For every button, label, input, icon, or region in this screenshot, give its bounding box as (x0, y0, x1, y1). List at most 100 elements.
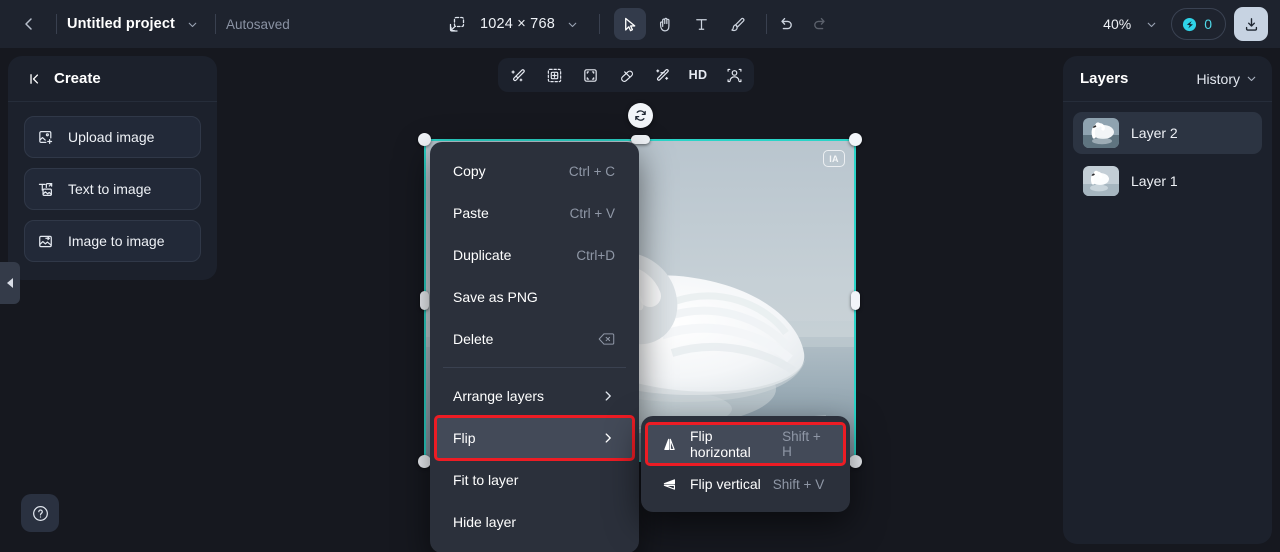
context-menu-label: Delete (453, 331, 494, 347)
text-to-image-label: Text to image (68, 181, 152, 197)
chevron-down-icon (1245, 72, 1258, 85)
context-menu-label: Copy (453, 163, 486, 179)
context-menu-shortcut: Ctrl+D (576, 247, 615, 263)
cursor-arrow-icon (621, 16, 638, 33)
redo-arrow-icon (810, 15, 828, 33)
context-menu-item-hide-layer[interactable]: Hide layer (436, 501, 633, 543)
context-menu-item-copy[interactable]: Copy Ctrl + C (436, 150, 633, 192)
submenu-label: Flip vertical (690, 476, 761, 492)
resize-handle-top-left[interactable] (418, 133, 431, 146)
person-cutout-icon (726, 67, 743, 84)
backspace-icon (598, 332, 615, 346)
submenu-item-flip-vertical[interactable]: Flip vertical Shift + V (647, 464, 844, 504)
submenu-item-flip-horizontal[interactable]: Flip horizontal Shift + H (645, 422, 846, 466)
context-menu-label: Save as PNG (453, 289, 538, 305)
image-to-image-label: Image to image (68, 233, 165, 249)
image-upload-icon (37, 129, 54, 146)
resize-handle-top[interactable] (631, 135, 650, 144)
resolution-value: 1024 × 768 (480, 16, 555, 32)
create-panel-title: Create (54, 70, 101, 87)
resolution-dropdown-button[interactable] (561, 12, 585, 36)
back-button[interactable] (12, 7, 46, 41)
resize-handle-right[interactable] (851, 291, 860, 310)
context-menu-item-save-as-png[interactable]: Save as PNG (436, 276, 633, 318)
undo-button[interactable] (771, 8, 803, 40)
project-menu-button[interactable] (181, 12, 205, 36)
credit-coin-icon (1182, 17, 1197, 32)
top-bar: Untitled project Autosaved 1024 × 768 40… (0, 0, 1280, 48)
tool-group (613, 8, 754, 40)
expand-frame-icon (546, 67, 563, 84)
resize-icon[interactable] (446, 13, 468, 35)
download-button[interactable] (1234, 7, 1268, 41)
rotate-handle[interactable] (628, 103, 653, 128)
resize-handle-top-right[interactable] (849, 133, 862, 146)
magic-erase-button[interactable] (504, 61, 532, 89)
credits-badge[interactable]: 0 (1171, 8, 1226, 40)
context-menu-item-paste[interactable]: Paste Ctrl + V (436, 192, 633, 234)
context-menu-shortcut: Ctrl + V (569, 205, 615, 221)
divider (214, 14, 216, 34)
context-menu-divider (443, 367, 626, 368)
layers-panel-title: Layers (1080, 70, 1129, 87)
context-menu-label: Duplicate (453, 247, 512, 263)
magic-sparkle-icon (654, 67, 671, 84)
image-to-image-icon (37, 233, 54, 250)
select-tool-button[interactable] (613, 8, 646, 40)
crop-frame-icon (582, 67, 599, 84)
collapse-left-icon[interactable] (28, 71, 44, 87)
chevron-down-icon (566, 18, 579, 31)
submenu-shortcut: Shift + V (772, 476, 825, 492)
history-tab[interactable]: History (1196, 71, 1258, 87)
hand-tool-button[interactable] (650, 8, 682, 40)
enhance-button[interactable] (648, 61, 676, 89)
layers-panel: Layers History Layer 2 Layer 1 (1063, 56, 1272, 544)
eraser-button[interactable] (612, 61, 640, 89)
eraser-icon (618, 67, 635, 84)
context-menu-label: Flip (453, 430, 476, 446)
zoom-dropdown-button[interactable] (1139, 12, 1163, 36)
crop-frame-button[interactable] (576, 61, 604, 89)
context-menu-item-flip[interactable]: Flip (434, 415, 635, 461)
chevron-down-icon (1145, 18, 1158, 31)
app-root: Untitled project Autosaved 1024 × 768 40… (0, 0, 1280, 552)
panel-collapse-handle[interactable] (0, 262, 20, 304)
hd-button[interactable]: HD (684, 61, 712, 89)
context-menu-item-arrange-layers[interactable]: Arrange layers (436, 375, 633, 417)
download-icon (1243, 16, 1260, 33)
context-menu-label: Arrange layers (453, 388, 545, 404)
context-menu-item-delete[interactable]: Delete (436, 318, 633, 360)
upload-image-button[interactable]: Upload image (24, 116, 201, 158)
redo-button[interactable] (803, 8, 835, 40)
context-menu-item-fit-to-layer[interactable]: Fit to layer (436, 459, 633, 501)
layer-thumbnail (1083, 118, 1119, 148)
context-menu-label: Hide layer (453, 514, 517, 530)
expand-frame-button[interactable] (540, 61, 568, 89)
autosaved-status: Autosaved (225, 16, 290, 32)
brush-icon (729, 16, 746, 33)
text-to-image-button[interactable]: Text to image (24, 168, 201, 210)
resize-handle-bottom-right[interactable] (849, 455, 862, 468)
brush-tool-button[interactable] (722, 8, 754, 40)
chevron-left-icon (21, 16, 37, 32)
top-bar-center: 1024 × 768 (446, 0, 835, 48)
chevron-right-icon (601, 389, 615, 403)
image-to-image-button[interactable]: Image to image (24, 220, 201, 262)
remove-background-button[interactable] (720, 61, 748, 89)
context-menu-shortcut: Ctrl + C (568, 163, 615, 179)
help-button[interactable] (21, 494, 59, 532)
context-menu-item-duplicate[interactable]: Duplicate Ctrl+D (436, 234, 633, 276)
text-t-icon (693, 16, 710, 33)
submenu-label: Flip horizontal (690, 428, 751, 460)
context-menu-label: Fit to layer (453, 472, 519, 488)
layers-panel-header: Layers History (1063, 56, 1272, 102)
resize-handle-left[interactable] (420, 291, 429, 310)
chevron-down-icon (186, 18, 199, 31)
layer-row[interactable]: Layer 2 (1073, 112, 1262, 154)
layer-row[interactable]: Layer 1 (1073, 160, 1262, 202)
magic-wand-eraser-icon (510, 67, 527, 84)
layer-thumbnail (1083, 166, 1119, 196)
text-tool-button[interactable] (686, 8, 718, 40)
create-panel-body: Upload image Text to image Image to imag… (8, 102, 217, 280)
undo-arrow-icon (778, 15, 796, 33)
